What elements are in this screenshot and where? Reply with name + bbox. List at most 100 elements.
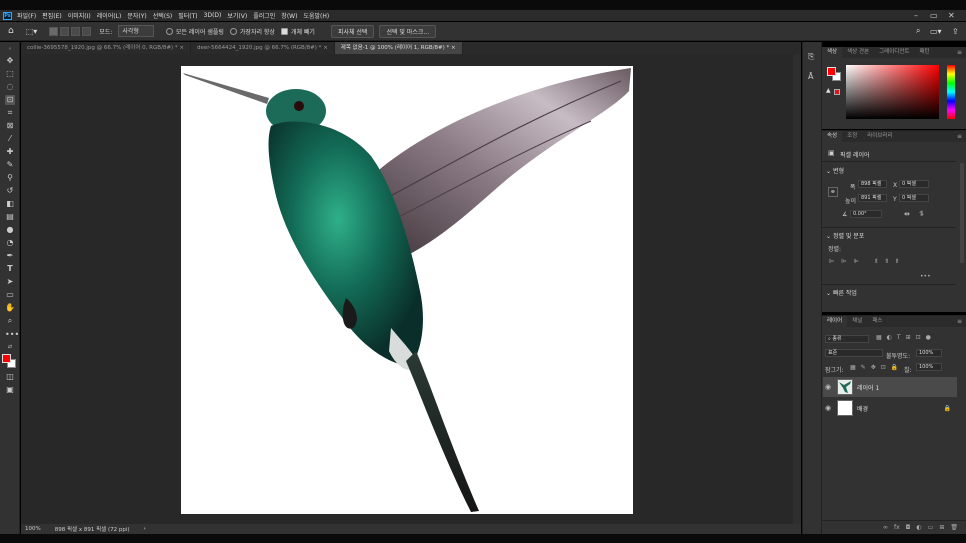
gradient-tool-icon[interactable]: ▤ — [5, 212, 15, 222]
close-icon[interactable]: × — [451, 45, 456, 51]
tab-libraries[interactable]: 라이브러리 — [862, 131, 897, 142]
adjustment-layer-icon[interactable]: ◐ — [916, 524, 921, 531]
sample-all-layers-checkbox[interactable] — [165, 27, 173, 35]
canvas-vertical-scrollbar[interactable] — [793, 54, 801, 524]
menu-window[interactable]: 창(W) — [281, 11, 297, 20]
crop-tool-icon[interactable]: ⌗ — [5, 108, 15, 118]
character-panel-icon[interactable]: Ā — [808, 72, 813, 81]
opacity-field[interactable]: 100% — [916, 349, 942, 357]
x-field[interactable]: 0 픽셀 — [899, 180, 929, 188]
collapse-icon[interactable]: » — [5, 44, 15, 54]
blend-mode-select[interactable]: 표준 — [825, 349, 883, 357]
tab-paths[interactable]: 패스 — [867, 316, 887, 327]
flip-horizontal-icon[interactable]: ⇹ — [904, 210, 910, 218]
visibility-eye-icon[interactable]: ◉ — [823, 383, 833, 391]
lock-icon[interactable]: 🔒 — [944, 405, 951, 412]
status-menu-arrow[interactable]: › — [144, 526, 146, 532]
panel-menu-icon[interactable]: ≡ — [957, 318, 962, 325]
dodge-tool-icon[interactable]: ◔ — [5, 238, 15, 248]
width-field[interactable]: 898 픽셀 — [858, 180, 887, 188]
select-and-mask-button[interactable]: 선택 및 마스크... — [379, 24, 437, 38]
layer-row-layer1[interactable]: ◉ 레이어 1 — [823, 377, 957, 397]
select-subject-button[interactable]: 피사체 선택 — [330, 24, 375, 38]
history-brush-tool-icon[interactable]: ↺ — [5, 186, 15, 196]
zoom-level[interactable]: 100% — [25, 526, 41, 532]
delete-layer-icon[interactable]: 🗑 — [950, 524, 958, 531]
quick-actions-toggle[interactable]: ⌄ 빠른 작업 — [826, 288, 857, 297]
y-field[interactable]: 0 픽셀 — [899, 194, 929, 202]
healing-brush-tool-icon[interactable]: ✚ — [5, 147, 15, 157]
picked-color-swatch[interactable] — [834, 89, 840, 95]
link-layers-icon[interactable]: ∞ — [883, 524, 888, 531]
layer-row-background[interactable]: ◉ 배경 🔒 — [823, 398, 957, 418]
menu-filter[interactable]: 필터(T) — [178, 11, 197, 20]
close-window-button[interactable]: ✕ — [948, 10, 955, 21]
link-icon[interactable]: ⚭ — [828, 187, 838, 197]
rectangle-tool-icon[interactable]: ▭ — [5, 290, 15, 300]
history-panel-icon[interactable]: ⎘ — [808, 52, 814, 62]
blur-tool-icon[interactable]: ● — [5, 225, 15, 235]
angle-field[interactable]: 0.00° — [850, 210, 882, 218]
more-options[interactable]: ••• — [920, 273, 931, 280]
eraser-tool-icon[interactable]: ◧ — [5, 199, 15, 209]
tab-layers[interactable]: 레이어 — [822, 316, 848, 327]
add-selection-button[interactable] — [60, 26, 70, 36]
object-subtract-checkbox[interactable] — [280, 27, 288, 35]
tab-color[interactable]: 색상 — [822, 47, 843, 58]
tab-adjustments[interactable]: 조정 — [842, 131, 862, 142]
close-icon[interactable]: × — [323, 45, 328, 51]
align-buttons-icon[interactable]: ⊫⊫⊫ ⫪⫪⫪ — [829, 258, 906, 266]
subtract-selection-button[interactable] — [71, 26, 81, 36]
tab-channels[interactable]: 채널 — [847, 316, 867, 327]
tab-untitled[interactable]: 제목 없음-1 @ 100% (레이어 1, RGB/8#) * × — [334, 42, 463, 54]
eyedropper-tool-icon[interactable]: ⁄ — [5, 134, 15, 144]
workspace-icon[interactable]: ▭▾ — [930, 27, 942, 36]
share-icon[interactable]: ⇪ — [952, 27, 959, 36]
hard-edge-checkbox[interactable] — [229, 27, 237, 35]
menu-image[interactable]: 이미지(I) — [68, 11, 91, 20]
close-icon[interactable]: × — [179, 45, 184, 51]
filter-type-icons[interactable]: ▦◐T⊞⊡● — [876, 334, 936, 341]
home-icon[interactable]: ⌂ — [8, 26, 14, 36]
fill-field[interactable]: 100% — [916, 363, 942, 371]
menu-3d[interactable]: 3D(D) — [204, 12, 222, 19]
menu-select[interactable]: 선택(S) — [153, 11, 173, 20]
minimize-button[interactable]: – — [914, 10, 918, 21]
mode-select[interactable]: 사각형 — [118, 25, 154, 37]
more-tools-icon[interactable]: ••• — [5, 330, 19, 340]
object-selection-tool-icon[interactable]: ⊡ — [5, 95, 15, 105]
visibility-eye-icon[interactable]: ◉ — [823, 404, 833, 412]
hand-tool-icon[interactable]: ✋ — [5, 303, 15, 313]
maximize-button[interactable]: ▭ — [930, 10, 938, 21]
path-selection-tool-icon[interactable]: ➤ — [5, 277, 15, 287]
zoom-tool-icon[interactable]: ⌕ — [5, 316, 15, 326]
lasso-tool-icon[interactable]: ◌ — [5, 82, 15, 92]
swap-colors-icon[interactable]: ⇄ — [5, 342, 15, 352]
frame-tool-icon[interactable]: ⊠ — [5, 121, 15, 131]
color-foreground-swatch[interactable] — [827, 67, 836, 76]
menu-view[interactable]: 보기(V) — [227, 11, 247, 20]
height-field[interactable]: 891 픽셀 — [858, 194, 887, 202]
color-field[interactable] — [846, 65, 939, 119]
lock-icons[interactable]: ▦✎✥⊡🔒 — [850, 364, 903, 371]
menu-help[interactable]: 도움말(H) — [303, 11, 329, 20]
new-selection-button[interactable] — [49, 26, 59, 36]
tab-deer[interactable]: deer-5664424_1920.jpg @ 66.7% (RGB/8#) *… — [191, 42, 335, 54]
layer-filter-select[interactable]: ⌕ 종류 — [825, 335, 869, 343]
tab-swatches[interactable]: 색상 견본 — [842, 47, 874, 58]
new-group-icon[interactable]: ▭ — [928, 524, 934, 531]
transform-section-toggle[interactable]: ⌄ 변형 — [826, 166, 844, 175]
document-canvas[interactable] — [181, 66, 633, 514]
type-tool-icon[interactable]: T — [5, 264, 15, 274]
flip-vertical-icon[interactable]: ⥮ — [919, 210, 924, 219]
menu-type[interactable]: 문자(Y) — [127, 11, 146, 20]
menu-layer[interactable]: 레이어(L) — [97, 11, 122, 20]
panel-menu-icon[interactable]: ≡ — [957, 133, 962, 140]
brush-tool-icon[interactable]: ✎ — [5, 160, 15, 170]
align-section-toggle[interactable]: ⌄ 정렬 및 분포 — [826, 231, 864, 240]
properties-scrollbar[interactable] — [960, 163, 964, 263]
clone-stamp-tool-icon[interactable]: ⚲ — [5, 173, 15, 183]
foreground-color-swatch[interactable] — [2, 354, 11, 363]
search-icon[interactable]: ⌕ — [916, 26, 920, 36]
new-layer-icon[interactable]: ⊞ — [939, 524, 944, 531]
